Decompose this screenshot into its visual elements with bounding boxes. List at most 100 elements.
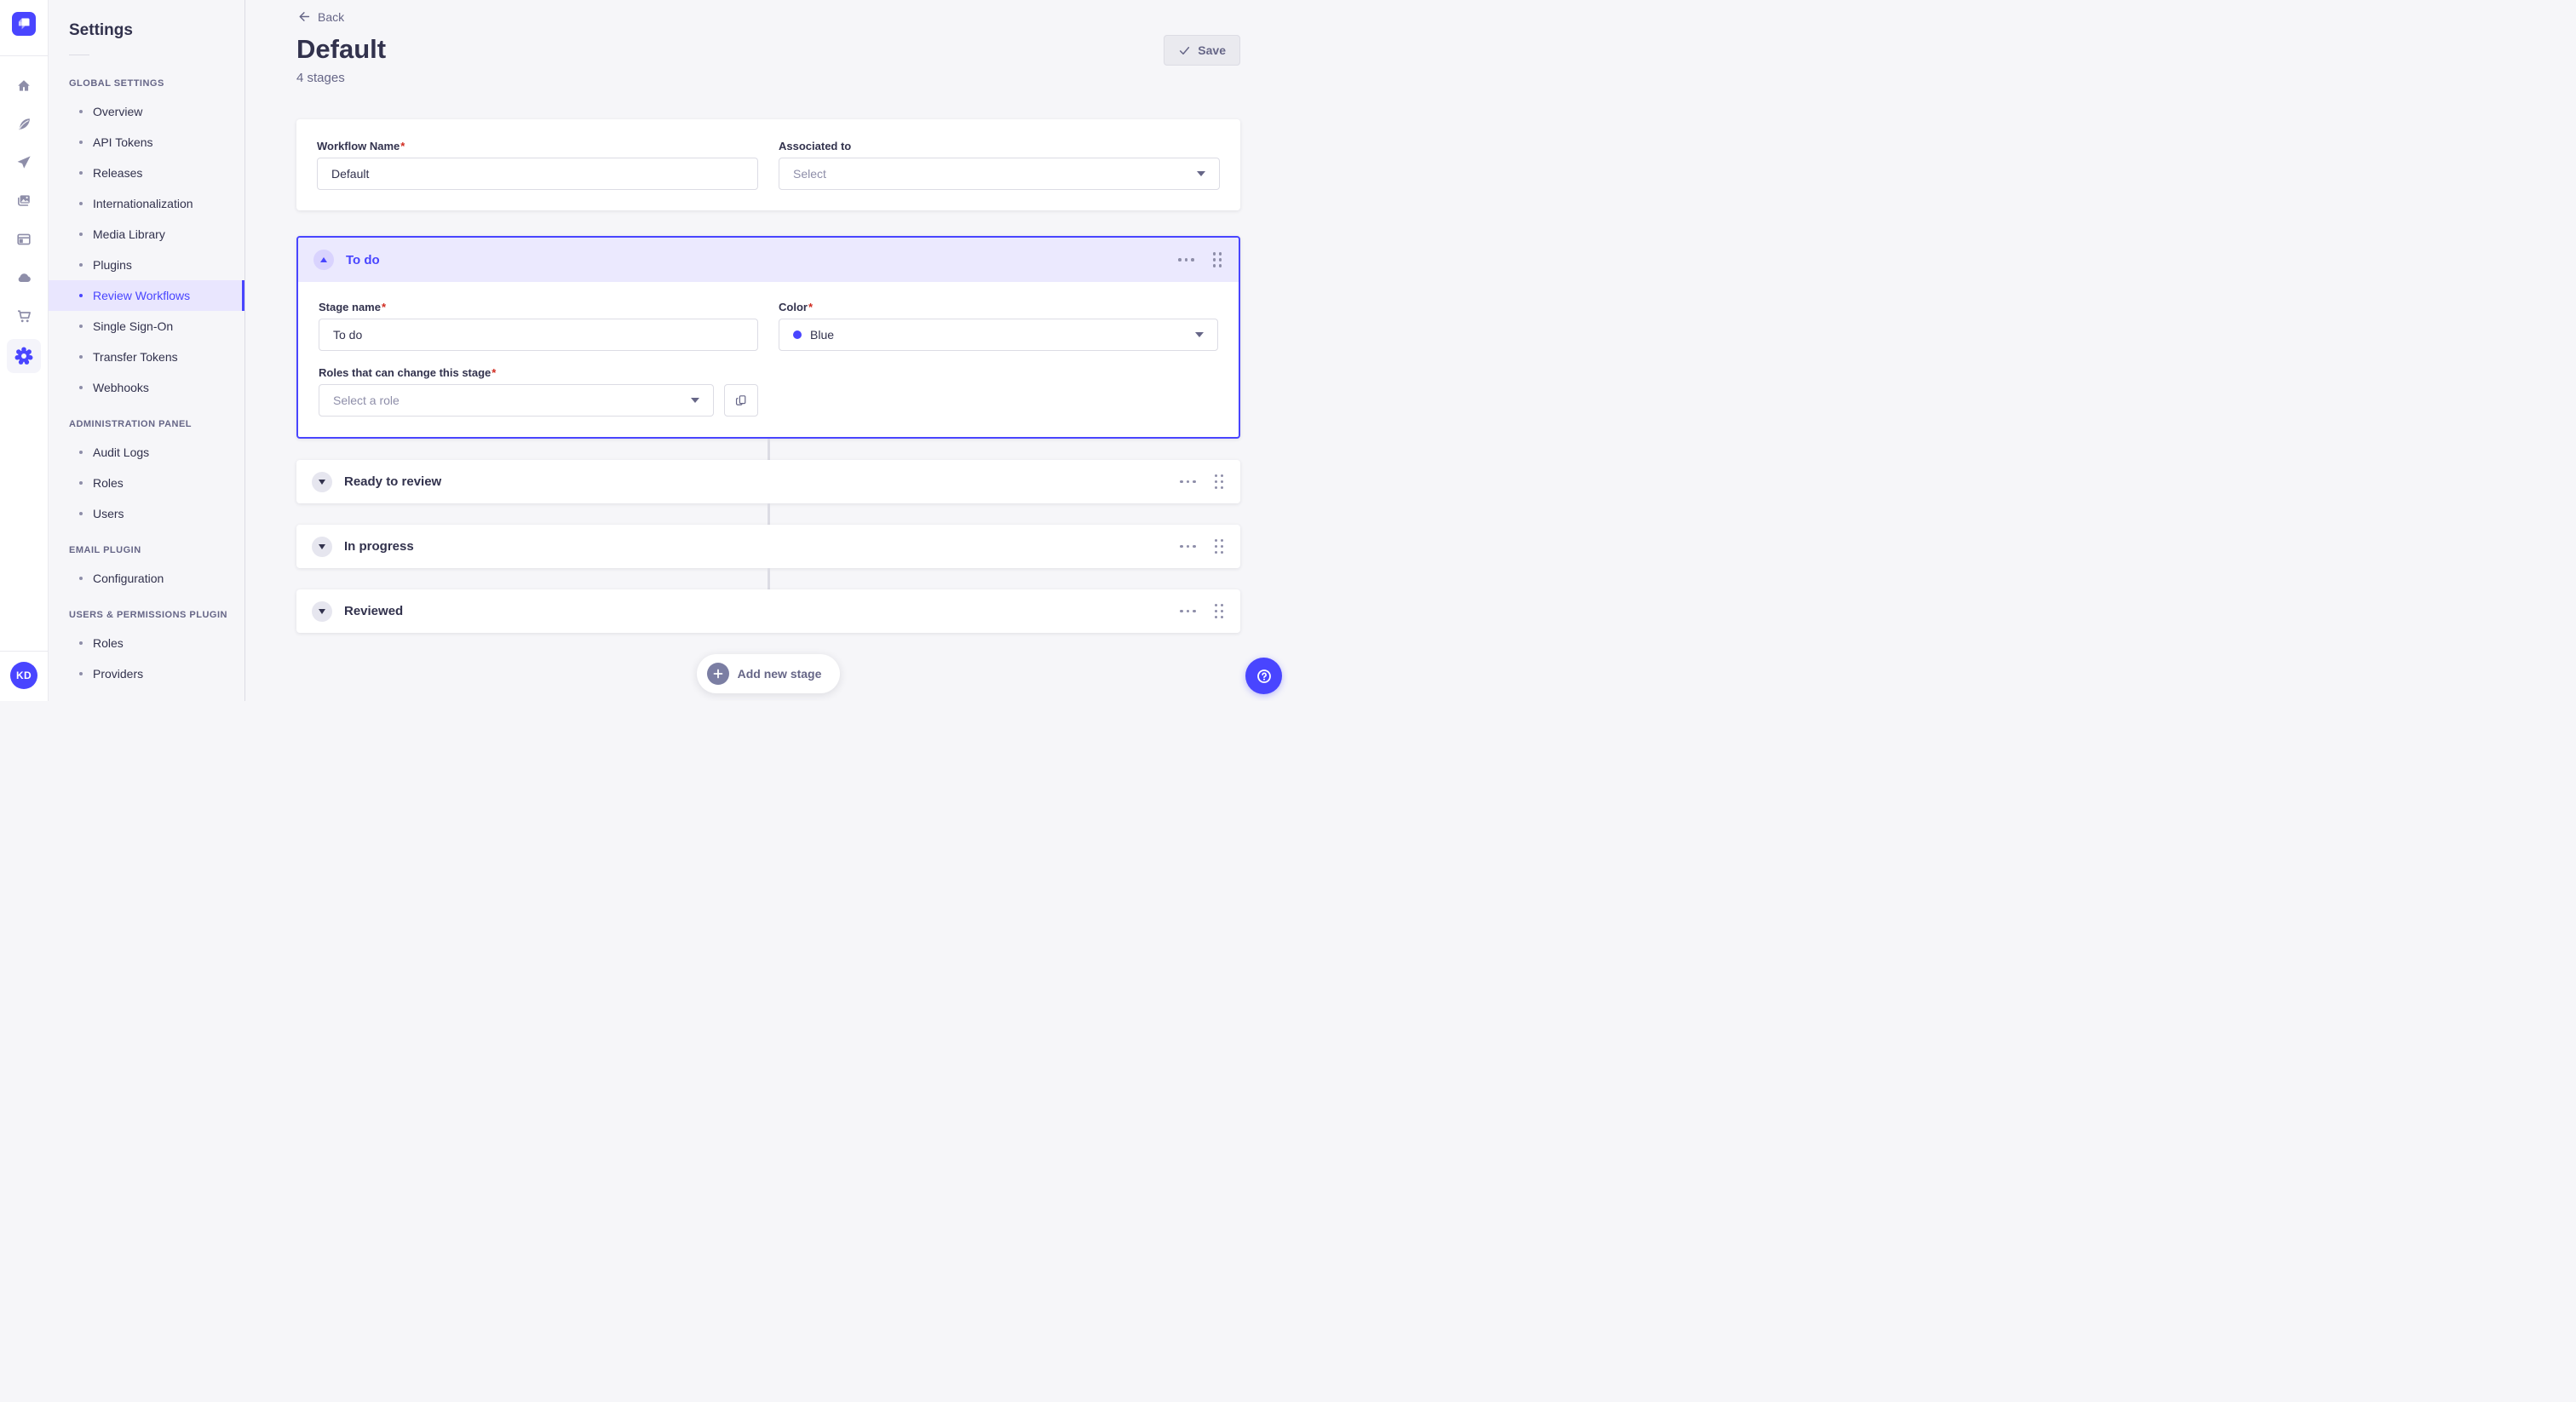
sidebar-item-webhooks[interactable]: Webhooks xyxy=(49,372,244,403)
drag-handle-icon xyxy=(1214,603,1223,619)
strapi-logo[interactable] xyxy=(12,12,36,36)
settings-icon[interactable] xyxy=(7,338,41,373)
stage-form: Stage name* Color* Blue Roles that can c… xyxy=(298,282,1239,437)
sidebar-item-transfer-tokens[interactable]: Transfer Tokens xyxy=(49,342,244,372)
stage-actions xyxy=(1178,473,1225,491)
bullet-icon xyxy=(79,141,83,144)
section-header: GLOBAL SETTINGS xyxy=(69,78,164,89)
bullet-icon xyxy=(79,577,83,580)
sidebar-item-plugins[interactable]: Plugins xyxy=(49,250,244,280)
expand-toggle[interactable] xyxy=(312,600,332,622)
cloud-icon[interactable] xyxy=(9,262,39,293)
check-icon xyxy=(1180,46,1190,55)
sidebar-item-review-workflows[interactable]: Review Workflows xyxy=(49,280,244,311)
content-manager-icon[interactable] xyxy=(9,109,39,140)
sidebar-item-admin-roles[interactable]: Roles xyxy=(49,468,244,498)
section-global-settings: GLOBAL SETTINGS Overview API Tokens Rele… xyxy=(49,71,244,403)
chevron-down-icon xyxy=(691,398,699,404)
stage-connector xyxy=(767,503,770,526)
bullet-icon xyxy=(79,481,83,485)
page-header: Default 4 stages Save xyxy=(296,34,1240,85)
marketplace-icon[interactable] xyxy=(9,301,39,331)
stage-drag-handle[interactable] xyxy=(1213,602,1226,621)
section-email-plugin: EMAIL PLUGIN Configuration xyxy=(49,537,244,594)
stage-drag-handle[interactable] xyxy=(1213,473,1226,491)
help-button[interactable] xyxy=(1245,658,1282,694)
stage-card-ready-to-review: Ready to review xyxy=(296,460,1240,504)
stage-more-button[interactable] xyxy=(1178,608,1198,615)
sidebar-item-releases[interactable]: Releases xyxy=(49,158,244,188)
main-nav-rail: KD xyxy=(0,0,49,701)
media-library-icon[interactable] xyxy=(9,186,39,216)
bullet-icon xyxy=(79,110,83,113)
stage-more-button[interactable] xyxy=(1178,479,1198,486)
drag-handle-icon xyxy=(1214,474,1223,490)
stage-more-button[interactable] xyxy=(1178,543,1198,550)
sidebar-item-up-roles[interactable]: Roles xyxy=(49,628,244,658)
stage-card-in-progress: In progress xyxy=(296,525,1240,569)
save-button[interactable]: Save xyxy=(1164,35,1240,66)
sidebar-item-overview[interactable]: Overview xyxy=(49,96,244,127)
duplicate-roles-button[interactable] xyxy=(724,384,758,417)
stage-drag-handle[interactable] xyxy=(1213,537,1226,556)
rail-bottom-divider xyxy=(0,651,48,652)
required-asterisk: * xyxy=(400,140,405,153)
section-users-permissions-plugin: USERS & PERMISSIONS PLUGIN Roles Provide… xyxy=(49,602,244,689)
bullet-icon xyxy=(79,294,83,297)
back-link[interactable]: Back xyxy=(296,9,344,24)
sidebar-item-media-library[interactable]: Media Library xyxy=(49,219,244,250)
stage-more-button[interactable] xyxy=(1176,256,1196,263)
copy-icon xyxy=(735,395,746,405)
sidebar-item-email-configuration[interactable]: Configuration xyxy=(49,563,244,594)
bullet-icon xyxy=(79,325,83,328)
question-mark-icon xyxy=(1256,669,1271,683)
add-stage-row: Add new stage xyxy=(296,654,1240,694)
stage-roles-select[interactable]: Select a role xyxy=(319,384,714,417)
stage-accordion-header-todo[interactable]: To do xyxy=(298,238,1239,283)
add-new-stage-button[interactable]: Add new stage xyxy=(696,654,841,694)
stage-accordion-header[interactable]: Reviewed xyxy=(296,589,1240,633)
stage-color-select[interactable]: Blue xyxy=(779,319,1218,352)
expand-toggle[interactable] xyxy=(312,471,332,492)
sidebar-item-single-sign-on[interactable]: Single Sign-On xyxy=(49,311,244,342)
settings-sidebar: Settings GLOBAL SETTINGS Overview API To… xyxy=(49,0,245,701)
associated-to-label: Associated to xyxy=(779,140,852,153)
expand-toggle[interactable] xyxy=(312,536,332,557)
bullet-icon xyxy=(79,641,83,645)
drag-handle-icon xyxy=(1212,252,1222,267)
sidebar-item-audit-logs[interactable]: Audit Logs xyxy=(49,437,244,468)
chevron-down-icon xyxy=(1197,171,1205,177)
sidebar-item-admin-users[interactable]: Users xyxy=(49,498,244,529)
section-administration-panel: ADMINISTRATION PANEL Audit Logs Roles Us… xyxy=(49,411,244,529)
stage-accordion-header[interactable]: Ready to review xyxy=(296,460,1240,503)
bullet-icon xyxy=(79,171,83,175)
sidebar-item-api-tokens[interactable]: API Tokens xyxy=(49,127,244,158)
stage-accordion-header[interactable]: In progress xyxy=(296,525,1240,568)
sidebar-item-internationalization[interactable]: Internationalization xyxy=(49,188,244,219)
stage-drag-handle[interactable] xyxy=(1211,250,1224,269)
workflow-name-input[interactable] xyxy=(317,158,758,191)
releases-icon[interactable] xyxy=(9,147,39,178)
user-avatar[interactable]: KD xyxy=(10,662,37,689)
sidebar-item-up-providers[interactable]: Providers xyxy=(49,658,244,689)
stage-name-field: Stage name* xyxy=(319,301,758,352)
workflow-name-label: Workflow Name* xyxy=(317,140,405,153)
chevron-down-icon xyxy=(1195,332,1204,338)
stage-name-input[interactable] xyxy=(319,319,758,352)
sidebar-title: Settings xyxy=(69,21,133,39)
more-icon xyxy=(1178,258,1194,261)
arrow-left-icon xyxy=(299,12,310,21)
rail-bottom: KD xyxy=(0,651,48,701)
stage-card-reviewed: Reviewed xyxy=(296,589,1240,634)
chevron-down-icon xyxy=(319,608,325,614)
color-swatch-blue xyxy=(793,330,802,340)
stage-name-label: Stage name* xyxy=(319,301,387,314)
content-type-builder-icon[interactable] xyxy=(9,224,39,255)
app-root: KD Settings GLOBAL SETTINGS Overview API… xyxy=(0,0,1288,701)
bullet-icon xyxy=(79,451,83,454)
stage-roles-label: Roles that can change this stage* xyxy=(319,366,497,380)
chevron-up-icon xyxy=(320,257,327,263)
collapse-toggle[interactable] xyxy=(313,250,334,271)
associated-to-select[interactable]: Select xyxy=(779,158,1220,191)
home-icon[interactable] xyxy=(9,71,39,101)
